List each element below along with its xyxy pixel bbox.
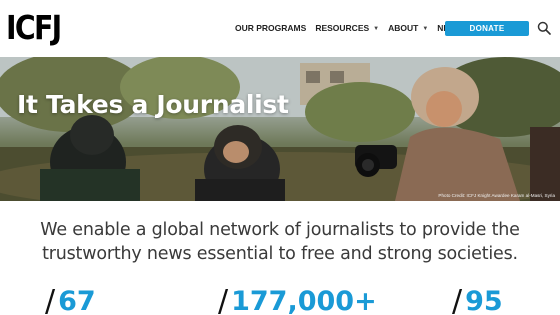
nav-item-our-programs[interactable]: OUR PROGRAMS — [235, 23, 306, 33]
hero-title: It Takes a Journalist — [17, 90, 289, 119]
mission-line-1: We enable a global network of journalist… — [40, 220, 520, 240]
search-icon[interactable] — [537, 21, 551, 35]
mission-statement: We enable a global network of journalist… — [20, 218, 540, 266]
photo-credit: Photo Credit: ICFJ Knight Awardee Karam … — [438, 193, 555, 198]
slash-divider: / — [452, 283, 463, 315]
slash-divider: / — [45, 283, 56, 315]
nav-item-about[interactable]: ABOUT ▼ — [388, 23, 428, 33]
hero-banner: It Takes a Journalist Photo Credit: ICFJ… — [0, 57, 560, 201]
slash-divider: / — [218, 283, 229, 315]
nav-item-label: OUR PROGRAMS — [235, 23, 307, 33]
hero-photo — [0, 57, 560, 201]
stat-1: / 67 — [45, 283, 96, 315]
stat-value: 67 — [58, 285, 96, 315]
nav-item-label: ABOUT — [388, 23, 419, 33]
nav-item-resources[interactable]: RESOURCES ▼ — [315, 23, 379, 33]
logo-text: ICFJ — [6, 8, 62, 47]
caret-down-icon: ▼ — [422, 26, 429, 32]
site-header: ICFJ OUR PROGRAMS RESOURCES ▼ ABOUT ▼ NE… — [0, 0, 560, 57]
mission-line-2: trustworthy news essential to free and s… — [42, 244, 518, 264]
stat-value: 95 — [465, 285, 503, 315]
stat-3: / 95 — [452, 283, 503, 315]
nav-item-label: RESOURCES — [315, 23, 370, 33]
caret-down-icon: ▼ — [373, 26, 380, 32]
stat-value: 177,000+ — [231, 285, 377, 315]
donate-button[interactable]: DONATE — [445, 21, 529, 36]
icfj-logo[interactable]: ICFJ — [6, 8, 68, 47]
stat-2: / 177,000+ — [218, 283, 377, 315]
